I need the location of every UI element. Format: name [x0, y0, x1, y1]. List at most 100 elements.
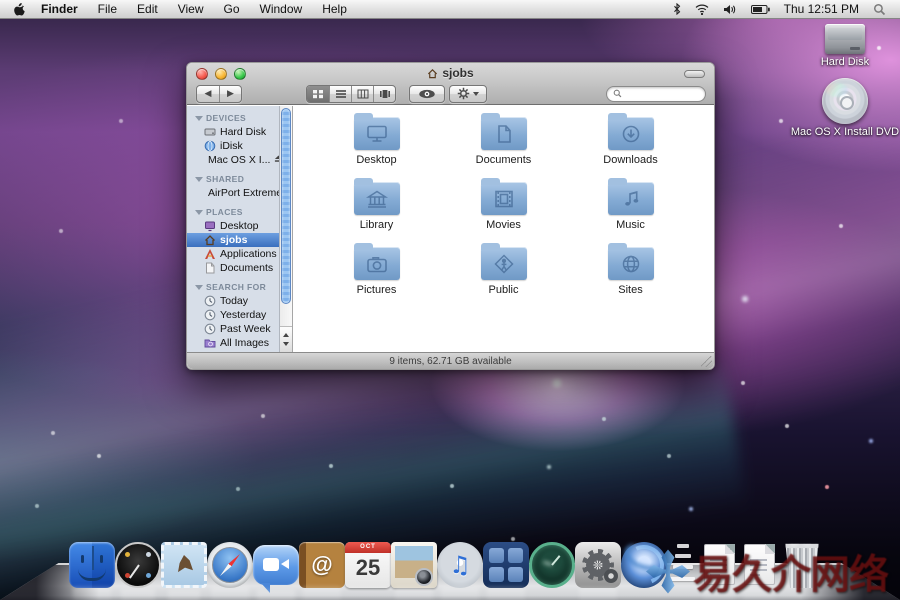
sidebar-section-shared[interactable]: SHARED — [187, 167, 279, 186]
scrollbar-thumb[interactable] — [281, 108, 291, 304]
sidebar-item-today[interactable]: Today — [187, 294, 279, 308]
search-field[interactable] — [606, 86, 706, 102]
volume-icon[interactable] — [723, 4, 737, 15]
folder-library[interactable]: Library — [313, 175, 440, 240]
menu-file[interactable]: File — [88, 0, 127, 18]
dock-trash-icon[interactable] — [779, 542, 825, 588]
toolbar-toggle-button[interactable] — [684, 70, 705, 78]
list-view-button[interactable] — [329, 86, 351, 102]
disclosure-triangle-icon — [195, 285, 203, 290]
dock-separator — [667, 542, 699, 588]
menu-help[interactable]: Help — [312, 0, 357, 18]
sidebar-item-airport-extreme[interactable]: AirPort Extreme — [187, 186, 279, 200]
finder-window: sjobs ◀ ▶ — [186, 62, 715, 370]
bluetooth-icon[interactable] — [673, 3, 681, 15]
dock-documents-stack-icon[interactable] — [699, 542, 739, 588]
document-icon — [204, 262, 216, 274]
dock-finder-icon[interactable] — [69, 542, 115, 588]
toolbar: ◀ ▶ — [187, 82, 714, 105]
coverflow-view-button[interactable] — [373, 86, 395, 102]
sidebar-item-past-week[interactable]: Past Week — [187, 322, 279, 336]
clock-icon — [204, 323, 216, 335]
battery-icon[interactable] — [751, 5, 770, 14]
quick-look-button[interactable] — [409, 85, 445, 103]
sidebar-section-search-for[interactable]: SEARCH FOR — [187, 275, 279, 294]
folder-downloads[interactable]: Downloads — [567, 110, 694, 175]
folder-movies[interactable]: Movies — [440, 175, 567, 240]
home-icon — [204, 234, 216, 246]
dock-spaces-icon[interactable] — [483, 542, 529, 588]
dock-safari-icon[interactable] — [207, 542, 253, 588]
hard-disk-icon — [825, 24, 865, 54]
sidebar-section-devices[interactable]: DEVICES — [187, 106, 279, 125]
window-title: sjobs — [187, 66, 714, 80]
dock-downloads-stack-icon[interactable] — [739, 542, 779, 588]
menu-edit[interactable]: Edit — [127, 0, 168, 18]
film-glyph-icon — [492, 189, 516, 209]
forward-button[interactable]: ▶ — [219, 86, 241, 102]
folder-music[interactable]: Music — [567, 175, 694, 240]
menu-finder[interactable]: Finder — [31, 0, 88, 18]
download-glyph-icon — [619, 124, 643, 144]
folder-documents[interactable]: Documents — [440, 110, 567, 175]
scroll-up-arrow[interactable] — [283, 333, 289, 337]
applications-icon — [204, 248, 216, 260]
home-icon — [427, 68, 438, 79]
sidebar-item-documents[interactable]: Documents — [187, 261, 279, 275]
dock-itunes-icon[interactable]: ♫ — [437, 542, 483, 588]
menu-go[interactable]: Go — [214, 0, 250, 18]
sidebar-item-all-images[interactable]: All Images — [187, 336, 279, 350]
menu-clock[interactable]: Thu 12:51 PM — [784, 2, 859, 16]
smart-folder-icon — [204, 337, 216, 349]
dock-ical-icon[interactable]: OCT25 — [345, 542, 391, 588]
disclosure-triangle-icon — [195, 210, 203, 215]
dvd-disc-icon — [822, 78, 868, 124]
action-menu-button[interactable] — [449, 85, 487, 103]
dock-software-update-icon[interactable] — [621, 542, 667, 588]
spotlight-icon[interactable] — [873, 3, 886, 16]
folder-sites[interactable]: Sites — [567, 240, 694, 305]
sidebar-item-hard-disk[interactable]: Hard Disk — [187, 125, 279, 139]
apple-menu[interactable] — [0, 2, 31, 16]
status-text: 9 items, 62.71 GB available — [389, 356, 511, 367]
wifi-icon[interactable] — [695, 4, 709, 15]
hard-drive-icon — [204, 126, 216, 138]
scroll-down-arrow[interactable] — [283, 342, 289, 346]
dock-time-machine-icon[interactable] — [529, 542, 575, 588]
folder-public[interactable]: Public — [440, 240, 567, 305]
folder-pictures[interactable]: Pictures — [313, 240, 440, 305]
dock: @ OCT25 ♫ — [0, 522, 900, 600]
clock-icon — [204, 295, 216, 307]
menu-view[interactable]: View — [168, 0, 214, 18]
sidebar-item-idisk[interactable]: iDisk — [187, 139, 279, 153]
sidebar-section-places[interactable]: PLACES — [187, 200, 279, 219]
dock-ichat-icon[interactable] — [253, 545, 299, 585]
sidebar-scrollbar[interactable] — [280, 106, 293, 352]
desktop-icon — [204, 220, 216, 232]
sidebar-item-applications[interactable]: Applications — [187, 247, 279, 261]
search-input[interactable] — [625, 88, 699, 99]
page-glyph-icon — [492, 124, 516, 144]
desktop-icon-install-dvd[interactable]: Mac OS X Install DVD — [790, 78, 900, 138]
dock-iphoto-icon[interactable] — [391, 542, 437, 588]
dock-dashboard-icon[interactable] — [115, 542, 161, 588]
column-view-button[interactable] — [351, 86, 373, 102]
install-dvd-label: Mac OS X Install DVD — [790, 126, 900, 138]
eye-icon — [418, 89, 436, 99]
folder-desktop[interactable]: Desktop — [313, 110, 440, 175]
public-sign-glyph-icon — [492, 254, 516, 274]
sidebar-item-desktop[interactable]: Desktop — [187, 219, 279, 233]
sidebar-item-sjobs[interactable]: sjobs — [187, 233, 279, 247]
dock-system-preferences-icon[interactable] — [575, 542, 621, 588]
sidebar-item-install-dvd[interactable]: Mac OS X I... — [187, 153, 279, 167]
disclosure-triangle-icon — [195, 177, 203, 182]
desktop-icon-hard-disk[interactable]: Hard Disk — [790, 24, 900, 68]
library-glyph-icon — [365, 189, 389, 209]
dock-address-book-icon[interactable]: @ — [299, 542, 345, 588]
back-button[interactable]: ◀ — [197, 86, 219, 102]
menu-window[interactable]: Window — [250, 0, 313, 18]
resize-grip[interactable] — [701, 356, 712, 367]
sidebar-item-yesterday[interactable]: Yesterday — [187, 308, 279, 322]
dock-mail-icon[interactable] — [161, 542, 207, 588]
icon-view-button[interactable] — [307, 86, 329, 102]
